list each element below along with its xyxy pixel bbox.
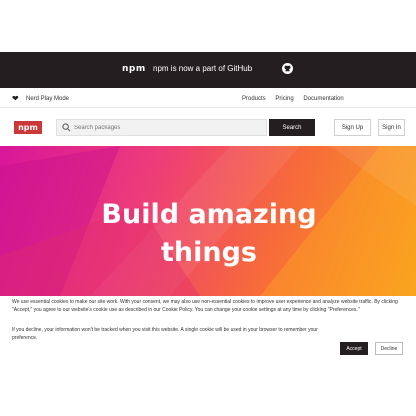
top-blank-area xyxy=(0,0,416,52)
nav-link-pricing[interactable]: Pricing xyxy=(275,96,293,102)
cookie-consent-text: We use essential cookies to make our sit… xyxy=(12,299,398,313)
npm-logo-text: npm xyxy=(18,123,38,132)
banner-github-link[interactable]: npm is now a part of GitHub xyxy=(153,64,252,73)
search-input[interactable] xyxy=(74,120,264,135)
heart-icon: ❤ xyxy=(12,94,19,103)
nav-link-documentation[interactable]: Documentation xyxy=(303,96,343,102)
page: npm npm is now a part of GitHub ❤ Nerd P… xyxy=(0,0,416,416)
github-icon[interactable] xyxy=(282,63,293,74)
sign-in-button[interactable]: Sign In xyxy=(378,119,405,136)
bottom-blank-area xyxy=(0,362,416,416)
decline-cookies-button[interactable]: Decline xyxy=(375,342,403,355)
nav-links: Products Pricing Documentation xyxy=(242,96,352,102)
sign-up-button[interactable]: Sign Up xyxy=(334,119,371,136)
accept-cookies-button[interactable]: Accept xyxy=(340,342,368,355)
npm-logo[interactable]: npm xyxy=(14,121,42,134)
search-icon xyxy=(62,123,71,132)
search-button[interactable]: Search xyxy=(269,119,315,136)
hero-heading: Build amazing things xyxy=(101,199,317,268)
nav-link-products[interactable]: Products xyxy=(242,96,266,102)
banner-npm-logo[interactable]: npm xyxy=(122,64,146,74)
nav-tagline[interactable]: Nerd Play Mode xyxy=(26,96,69,102)
cookie-decline-text: If you decline, your information won't b… xyxy=(12,327,318,341)
